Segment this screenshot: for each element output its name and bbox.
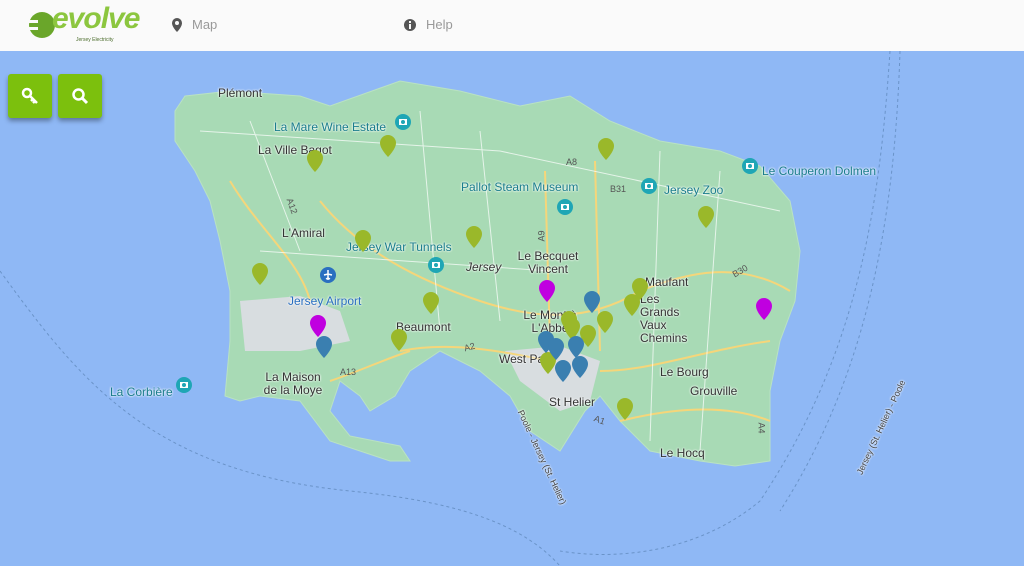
search-icon (72, 88, 89, 105)
map-marker-icon (316, 336, 332, 358)
place-label: L'Amiral (282, 226, 325, 240)
map-marker-icon (617, 398, 633, 420)
camera-poi-icon[interactable] (641, 178, 657, 194)
map-marker-icon (624, 294, 640, 316)
place-label: Grouville (690, 384, 738, 398)
place-label: Jersey (466, 260, 502, 274)
camera-poi-icon[interactable] (557, 199, 573, 215)
place-label: Le Hocq (660, 446, 705, 460)
charger-marker[interactable] (310, 315, 326, 337)
camera-poi-icon[interactable] (176, 377, 192, 393)
place-label: La Maison de la Moye (263, 370, 323, 397)
poi-label[interactable]: La Corbière (110, 386, 173, 399)
place-label: Les Grands Vaux Chemins (640, 292, 688, 345)
place-label: Le Becquet Vincent (517, 249, 579, 276)
charger-marker[interactable] (584, 291, 600, 313)
map-marker-icon (598, 138, 614, 160)
info-icon (404, 18, 416, 31)
map-marker-icon (310, 315, 326, 337)
charger-marker[interactable] (698, 206, 714, 228)
charger-marker[interactable] (598, 138, 614, 160)
charger-marker[interactable] (391, 329, 407, 351)
map-marker-icon (391, 329, 407, 351)
charger-marker[interactable] (466, 226, 482, 248)
charger-marker[interactable] (555, 360, 571, 382)
map-marker-icon (756, 298, 772, 320)
logo-subtext: Jersey Electricity (76, 37, 114, 43)
place-label: Plémont (218, 86, 263, 100)
map-marker-icon (698, 206, 714, 228)
nav-help-label: Help (426, 17, 453, 32)
charger-marker[interactable] (355, 230, 371, 252)
road-label-a13: A13 (340, 367, 357, 377)
road-label-a9: A9 (536, 230, 547, 242)
map-marker-icon (572, 356, 588, 378)
poi-label[interactable]: Jersey Zoo (664, 184, 723, 197)
camera-poi-icon[interactable] (395, 114, 411, 130)
road-label-a4: A4 (756, 422, 767, 434)
map-marker-icon (466, 226, 482, 248)
charger-marker[interactable] (624, 294, 640, 316)
map-marker-icon (548, 338, 564, 360)
charger-marker[interactable] (617, 398, 633, 420)
map-marker-icon (423, 292, 439, 314)
map-marker-icon (555, 360, 571, 382)
charger-marker[interactable] (572, 356, 588, 378)
nav-map-label: Map (192, 17, 218, 32)
poi-label[interactable]: La Mare Wine Estate (274, 121, 386, 134)
charger-marker[interactable] (539, 280, 555, 302)
map-marker-icon (568, 336, 584, 358)
map-base (0, 51, 901, 566)
charger-marker[interactable] (252, 263, 268, 285)
place-label: Jersey Airport (288, 294, 362, 308)
camera-poi-icon[interactable] (428, 257, 444, 273)
road-label-b31: B31 (610, 184, 627, 194)
map-pin-icon (172, 17, 182, 32)
map-marker-icon (539, 280, 555, 302)
key-icon (21, 87, 38, 104)
evolve-logo[interactable]: evolve Jersey Electricity (28, 2, 140, 48)
map-marker-icon (597, 311, 613, 333)
poi-label[interactable]: Pallot Steam Museum (461, 181, 578, 194)
map-marker-icon (355, 230, 371, 252)
airport-icon[interactable] (320, 267, 336, 283)
map-marker-icon (252, 263, 268, 285)
place-label: Le Bourg (660, 365, 709, 379)
road-label-a8: A8 (566, 157, 578, 167)
camera-poi-icon[interactable] (742, 158, 758, 174)
map-marker-icon (561, 311, 577, 333)
charger-marker[interactable] (568, 336, 584, 358)
charger-marker[interactable] (756, 298, 772, 320)
map-marker-icon (307, 150, 323, 172)
place-label: St Helier (549, 395, 596, 409)
poi-label[interactable]: Le Couperon Dolmen (762, 165, 876, 178)
charger-marker[interactable] (380, 135, 396, 157)
key-button[interactable] (8, 74, 52, 118)
header: evolve Jersey Electricity Map Help (0, 0, 1024, 51)
charger-marker[interactable] (548, 338, 564, 360)
place-label: Maufant (645, 275, 689, 289)
charger-marker[interactable] (597, 311, 613, 333)
nav-map[interactable]: Map (172, 17, 217, 32)
map-canvas[interactable]: A12 A8 A9 B31 B30 A2 A13 A1 A4 Plémont L… (0, 51, 1024, 566)
charger-marker[interactable] (307, 150, 323, 172)
search-button[interactable] (58, 74, 102, 118)
map-marker-icon (584, 291, 600, 313)
nav-help[interactable]: Help (404, 17, 453, 32)
charger-marker[interactable] (561, 311, 577, 333)
logo-text: evolve (52, 2, 140, 35)
map-marker-icon (380, 135, 396, 157)
charger-marker[interactable] (316, 336, 332, 358)
charger-marker[interactable] (423, 292, 439, 314)
